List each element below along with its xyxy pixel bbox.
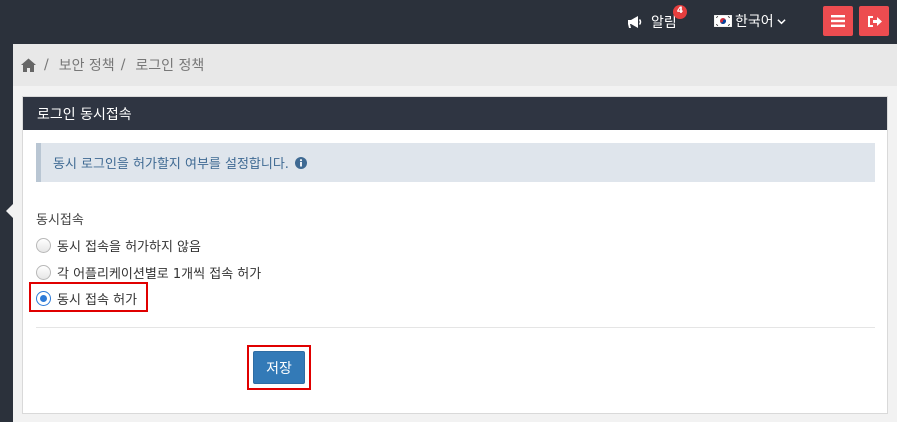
megaphone-icon xyxy=(628,16,642,28)
divider xyxy=(36,327,875,328)
korea-flag-icon xyxy=(714,15,732,27)
language-dropdown[interactable]: 한국어 xyxy=(714,11,786,31)
info-alert: 동시 로그인을 허가할지 여부를 설정합니다. xyxy=(36,143,875,182)
language-label: 한국어 xyxy=(735,14,774,30)
main-content: / 보안 정책 / 로그인 정책 로그인 동시접속 동시 로그인을 허가할지 여… xyxy=(13,44,897,422)
logout-button[interactable] xyxy=(859,6,889,36)
sidebar-collapsed xyxy=(0,44,13,422)
option-deny-concurrent[interactable]: 동시 접속을 허가하지 않음 xyxy=(36,236,201,255)
save-button[interactable]: 저장 xyxy=(253,351,305,384)
option-one-per-application[interactable]: 각 어플리케이션별로 1개씩 접속 허가 xyxy=(36,263,261,282)
notification-count-badge: 4 xyxy=(673,5,687,19)
home-icon[interactable] xyxy=(21,58,36,72)
chevron-down-icon xyxy=(777,18,786,24)
radio-deny-concurrent[interactable] xyxy=(36,238,51,253)
concurrent-login-panel: 로그인 동시접속 동시 로그인을 허가할지 여부를 설정합니다. 동시접속 동시… xyxy=(22,96,888,414)
menu-toggle-button[interactable] xyxy=(823,6,853,36)
sidebar-active-indicator xyxy=(6,204,13,218)
breadcrumb-item-login-policy: 로그인 정책 xyxy=(135,58,205,74)
highlight-box xyxy=(29,282,148,312)
breadcrumb-separator: / xyxy=(44,57,49,73)
info-icon xyxy=(294,156,307,169)
highlight-box: 저장 xyxy=(247,345,311,390)
option-label: 각 어플리케이션별로 1개씩 접속 허가 xyxy=(57,267,262,282)
breadcrumb-separator: / xyxy=(120,57,126,73)
top-navbar: 알림 4 한국어 xyxy=(0,0,897,44)
info-text: 동시 로그인을 허가할지 여부를 설정합니다. xyxy=(53,157,289,172)
breadcrumb-item-security-policy[interactable]: 보안 정책 xyxy=(59,55,115,75)
breadcrumb: / 보안 정책 / 로그인 정책 xyxy=(13,44,897,86)
radio-one-per-application[interactable] xyxy=(36,265,51,280)
notification-menu[interactable]: 알림 4 xyxy=(627,5,687,32)
panel-title: 로그인 동시접속 xyxy=(23,97,887,130)
hamburger-icon xyxy=(831,15,845,27)
concurrent-login-label: 동시접속 xyxy=(36,213,84,228)
logout-icon xyxy=(867,15,882,27)
option-label: 동시 접속을 허가하지 않음 xyxy=(57,240,201,255)
